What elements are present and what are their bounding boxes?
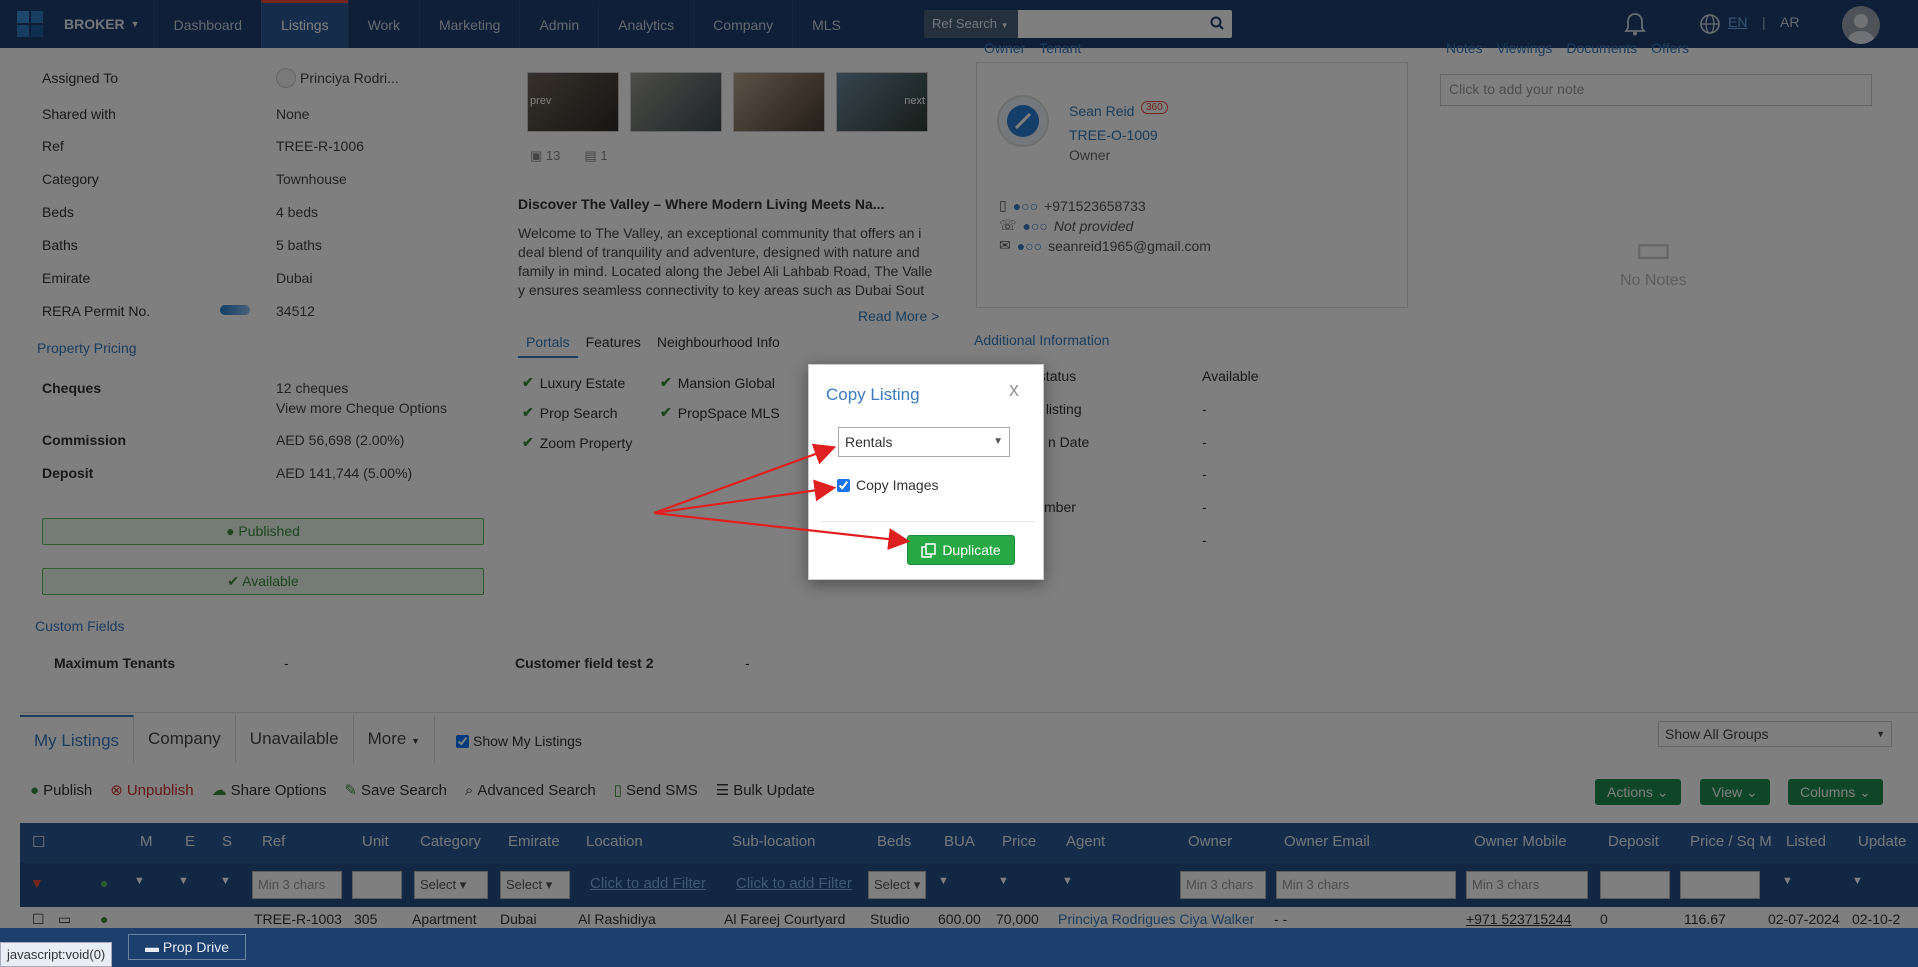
copy-images-option[interactable]: Copy Images [837, 477, 938, 493]
copy-images-checkbox[interactable] [837, 478, 850, 492]
duplicate-label: Duplicate [942, 542, 1001, 558]
caret-down-icon: ▼ [993, 436, 1003, 447]
folder-icon: ▬ [145, 939, 159, 955]
listing-type-value: Rentals [845, 434, 893, 450]
listing-type-select[interactable]: Rentals ▼ [838, 427, 1010, 457]
prop-drive-button[interactable]: ▬ Prop Drive [128, 934, 247, 960]
dialog-divider [821, 521, 1035, 522]
dialog-title: Copy Listing [826, 385, 920, 404]
close-icon[interactable]: x [1009, 379, 1019, 402]
status-url-tooltip: javascript:void(0) [0, 942, 113, 967]
copy-icon [921, 542, 937, 558]
copy-listing-dialog: Copy Listing x Rentals ▼ Copy Images Dup… [808, 364, 1044, 580]
copy-images-label: Copy Images [856, 477, 939, 493]
bottom-bar: ▬ Prop Drive [0, 928, 1918, 967]
duplicate-button[interactable]: Duplicate [907, 535, 1015, 565]
prop-drive-label: Prop Drive [162, 939, 230, 955]
